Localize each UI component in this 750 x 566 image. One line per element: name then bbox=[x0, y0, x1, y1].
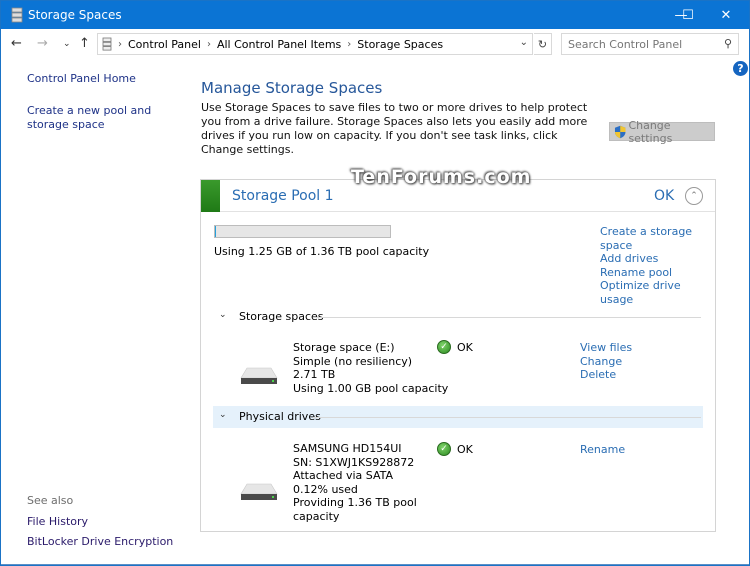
pool-name: Storage Pool 1 bbox=[232, 188, 334, 204]
chevron-down-icon: ⌄ bbox=[219, 410, 227, 420]
address-bar[interactable]: › Control Panel › All Control Panel Item… bbox=[97, 33, 533, 55]
up-arrow-icon[interactable]: ↑ bbox=[79, 36, 90, 51]
breadcrumb-separator[interactable]: › bbox=[118, 39, 122, 50]
breadcrumb-separator[interactable]: › bbox=[347, 39, 351, 50]
see-also-bitlocker[interactable]: BitLocker Drive Encryption bbox=[27, 535, 182, 549]
storage-space-drive-icon bbox=[240, 367, 278, 384]
create-storage-space-link[interactable]: Create a storage space bbox=[600, 225, 710, 252]
change-settings-button[interactable]: Change settings bbox=[609, 119, 715, 145]
physical-drive-details: SAMSUNG HD154UI SN: S1XWJ1KS928872 Attac… bbox=[293, 442, 433, 523]
breadcrumb-separator[interactable]: › bbox=[207, 39, 211, 50]
delete-link[interactable]: Delete bbox=[580, 368, 632, 382]
address-toolbar: ← → ⌄ ↑ › Control Panel › All Control Pa… bbox=[1, 29, 749, 59]
view-files-link[interactable]: View files bbox=[580, 341, 632, 355]
sidebar-control-panel-home[interactable]: Control Panel Home bbox=[27, 72, 182, 86]
recent-locations-chevron-icon[interactable]: ⌄ bbox=[63, 39, 71, 49]
pool-task-links: Create a storage space Add drives Rename… bbox=[600, 225, 710, 306]
address-dropdown-chevron-icon[interactable]: ⌄ bbox=[520, 37, 528, 48]
drive-providing-capacity: Providing 1.36 TB pool capacity bbox=[293, 496, 417, 523]
chevron-down-icon: ⌄ bbox=[219, 310, 227, 320]
tenforums-watermark: TenForums.com bbox=[351, 166, 532, 188]
storage-spaces-window: Storage Spaces — ☐ ✕ ← → ⌄ ↑ › Control P… bbox=[0, 0, 750, 566]
add-drives-link[interactable]: Add drives bbox=[600, 252, 710, 266]
storage-spaces-app-icon bbox=[11, 7, 23, 23]
storage-space-name: Storage space (E:) bbox=[293, 341, 395, 354]
physical-drives-section-label: Physical drives bbox=[239, 410, 321, 423]
change-link[interactable]: Change bbox=[580, 355, 632, 369]
page-title: Manage Storage Spaces bbox=[201, 79, 383, 97]
storage-spaces-location-icon bbox=[102, 37, 112, 51]
back-arrow-icon[interactable]: ← bbox=[11, 36, 22, 51]
window-title: Storage Spaces bbox=[28, 8, 122, 22]
optimize-drive-usage-link[interactable]: Optimize drive usage bbox=[600, 279, 710, 306]
storage-space-status: ✓ OK bbox=[437, 340, 473, 354]
storage-spaces-section-label: Storage spaces bbox=[239, 310, 324, 323]
physical-drive-status: ✓ OK bbox=[437, 442, 473, 456]
physical-drives-section-header[interactable]: ⌄ Physical drives bbox=[213, 406, 703, 428]
drive-serial: SN: S1XWJ1KS928872 bbox=[293, 455, 415, 469]
search-icon[interactable]: ⚲ bbox=[724, 37, 732, 50]
change-settings-label: Change settings bbox=[628, 118, 673, 145]
breadcrumb-storage-spaces[interactable]: Storage Spaces bbox=[357, 38, 443, 51]
sidebar-create-new-pool[interactable]: Create a new pool and storage space bbox=[27, 104, 182, 132]
forward-arrow-icon[interactable]: → bbox=[37, 36, 48, 51]
help-icon[interactable]: ? bbox=[733, 61, 748, 76]
storage-spaces-section-header[interactable]: ⌄ Storage spaces bbox=[213, 306, 703, 328]
title-bar[interactable]: Storage Spaces — ☐ ✕ bbox=[1, 1, 749, 29]
pool-capacity-bar bbox=[214, 225, 391, 238]
section-divider bbox=[313, 317, 701, 318]
ok-checkmark-icon: ✓ bbox=[437, 442, 451, 456]
physical-drive-links: Rename bbox=[580, 443, 625, 457]
page-description: Use Storage Spaces to save files to two … bbox=[201, 101, 588, 156]
pool-capacity-text: Using 1.25 GB of 1.36 TB pool capacity bbox=[214, 245, 430, 258]
storage-space-links: View files Change Delete bbox=[580, 341, 632, 382]
see-also-label: See also bbox=[27, 494, 74, 507]
rename-pool-link[interactable]: Rename pool bbox=[600, 266, 710, 280]
uac-shield-icon bbox=[614, 125, 626, 138]
storage-space-resiliency: Simple (no resiliency) bbox=[293, 354, 413, 368]
storage-space-usage: Using 1.00 GB pool capacity bbox=[293, 381, 449, 395]
storage-space-details: Storage space (E:) Simple (no resiliency… bbox=[293, 341, 448, 395]
drive-usage-percent: 0.12% used bbox=[293, 482, 358, 496]
storage-pool-panel: Storage Pool 1 OK ⌃ Using 1.25 GB of 1.3… bbox=[200, 179, 716, 532]
drive-model: SAMSUNG HD154UI bbox=[293, 442, 402, 455]
section-divider bbox=[313, 417, 701, 418]
window-bottom-border bbox=[1, 564, 749, 565]
storage-space-size: 2.71 TB bbox=[293, 368, 336, 381]
collapse-chevron-up-icon[interactable]: ⌃ bbox=[685, 187, 703, 205]
refresh-icon: ↻ bbox=[537, 37, 548, 51]
see-also-file-history[interactable]: File History bbox=[27, 515, 182, 529]
search-box[interactable]: ⚲ bbox=[561, 33, 739, 55]
ok-checkmark-icon: ✓ bbox=[437, 340, 451, 354]
rename-drive-link[interactable]: Rename bbox=[580, 443, 625, 457]
storage-space-status-text: OK bbox=[457, 340, 473, 354]
physical-drive-icon bbox=[240, 483, 278, 500]
pool-status: OK bbox=[654, 188, 675, 204]
close-button[interactable]: ✕ bbox=[703, 1, 749, 29]
pool-status-stripe bbox=[201, 180, 220, 212]
physical-drive-status-text: OK bbox=[457, 442, 473, 456]
drive-connection: Attached via SATA bbox=[293, 469, 394, 482]
refresh-button[interactable]: ↻ bbox=[534, 33, 552, 55]
breadcrumb-control-panel[interactable]: Control Panel bbox=[128, 38, 201, 51]
breadcrumb-all-items[interactable]: All Control Panel Items bbox=[217, 38, 341, 51]
search-input[interactable] bbox=[562, 34, 712, 54]
